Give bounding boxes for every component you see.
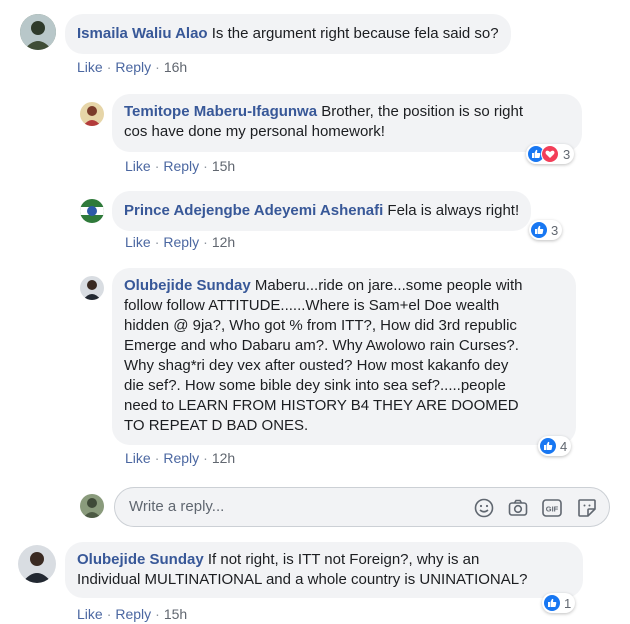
avatar-image xyxy=(80,494,104,518)
reaction-number: 4 xyxy=(560,438,568,454)
avatar-image xyxy=(80,199,104,223)
comment-text-line: die sef?. How some bible dey sink into s… xyxy=(124,377,506,394)
separator-dot: · xyxy=(154,234,160,250)
reaction-count[interactable]: 3 xyxy=(526,144,575,164)
reply-link[interactable]: Reply xyxy=(163,450,199,466)
like-link[interactable]: Like xyxy=(77,59,103,75)
comment-actions: Like · Reply · 12h xyxy=(125,233,235,251)
comment-author[interactable]: Ismaila Waliu Alao xyxy=(77,25,208,42)
like-reaction-icon xyxy=(540,438,556,454)
timestamp[interactable]: 15h xyxy=(212,158,235,174)
comment-text: Is the argument right because fela said … xyxy=(211,25,499,42)
reply-link[interactable]: Reply xyxy=(163,158,199,174)
separator-dot: · xyxy=(154,450,160,466)
timestamp[interactable]: 16h xyxy=(164,59,187,75)
smiley-icon[interactable] xyxy=(473,497,495,519)
avatar-image xyxy=(80,276,104,300)
reply-link[interactable]: Reply xyxy=(163,234,199,250)
reply-link[interactable]: Reply xyxy=(115,606,151,622)
reaction-number: 3 xyxy=(563,146,571,162)
comment-text: Fela is always right! xyxy=(387,202,520,219)
separator-dot: · xyxy=(203,450,208,466)
comment-text-line: Why shag*ri dey vex after ousted? How mo… xyxy=(124,357,509,374)
comment-text-line: need to LEARN FROM HISTORY B4 THEY ARE D… xyxy=(124,397,519,414)
reaction-number: 3 xyxy=(551,222,559,238)
reply-link[interactable]: Reply xyxy=(115,59,151,75)
comment-bubble: Prince Adejengbe Adeyemi Ashenafi Fela i… xyxy=(112,191,532,231)
avatar-image xyxy=(20,14,56,50)
comment-text-line: follow follow ATTITUDE......Where is Sam… xyxy=(124,297,500,314)
avatar[interactable] xyxy=(80,199,104,223)
gif-icon[interactable]: GIF xyxy=(541,497,563,519)
separator-dot: · xyxy=(203,158,208,174)
separator-dot: · xyxy=(155,59,160,75)
separator-dot: · xyxy=(203,234,208,250)
comment-bubble: Ismaila Waliu Alao Is the argument right… xyxy=(65,14,511,54)
comment-author[interactable]: Temitope Maberu-Ifagunwa xyxy=(124,103,317,120)
comment-actions: Like · Reply · 15h xyxy=(77,605,187,623)
like-link[interactable]: Like xyxy=(77,606,103,622)
comment-bubble: Temitope Maberu-Ifagunwa Brother, the po… xyxy=(112,94,582,152)
like-link[interactable]: Like xyxy=(125,158,151,174)
like-reaction-icon xyxy=(531,222,547,238)
comment-text-line: TO REPEAT D BAD ONES. xyxy=(124,417,309,434)
separator-dot: · xyxy=(155,606,160,622)
comment-text: cos have done my personal homework! xyxy=(124,123,385,140)
sticker-icon[interactable] xyxy=(576,497,598,519)
separator-dot: · xyxy=(106,606,112,622)
reaction-count[interactable]: 3 xyxy=(529,220,563,240)
gif-label: GIF xyxy=(546,505,559,514)
comment-bubble: Olubejide Sunday Maberu...ride on jare..… xyxy=(112,268,576,445)
comment-text-line: Emerge and who Dabaru am?. Why Awolowo r… xyxy=(124,337,519,354)
timestamp[interactable]: 12h xyxy=(212,234,235,250)
avatar-image xyxy=(80,102,104,126)
avatar[interactable] xyxy=(20,14,56,50)
comment-author[interactable]: Prince Adejengbe Adeyemi Ashenafi xyxy=(124,202,383,219)
love-reaction-icon xyxy=(541,145,559,163)
like-link[interactable]: Like xyxy=(125,234,151,250)
comment-text: Individual MULTINATIONAL and a whole cou… xyxy=(77,571,528,588)
comment-text: Brother, the position is so right xyxy=(321,103,524,120)
comment-actions: Like · Reply · 12h xyxy=(125,449,235,467)
avatar[interactable] xyxy=(18,545,56,583)
separator-dot: · xyxy=(106,59,112,75)
reaction-count[interactable]: 1 xyxy=(542,593,576,613)
timestamp[interactable]: 12h xyxy=(212,450,235,466)
avatar[interactable] xyxy=(80,102,104,126)
comment-text-line: hidden @ 9ja?, Who got % from ITT?, How … xyxy=(124,317,517,334)
timestamp[interactable]: 15h xyxy=(164,606,187,622)
reaction-number: 1 xyxy=(564,595,572,611)
comment-text-line: Maberu...ride on jare...some people with xyxy=(254,277,523,294)
avatar-image xyxy=(18,545,56,583)
avatar[interactable] xyxy=(80,276,104,300)
comment-text: If not right, is ITT not Foreign?, why i… xyxy=(207,551,480,568)
comment-bubble: Olubejide Sunday If not right, is ITT no… xyxy=(65,542,583,598)
like-link[interactable]: Like xyxy=(125,450,151,466)
comment-author[interactable]: Olubejide Sunday xyxy=(77,551,204,568)
separator-dot: · xyxy=(154,158,160,174)
comment-author[interactable]: Olubejide Sunday xyxy=(124,277,251,294)
reaction-count[interactable]: 4 xyxy=(538,436,572,456)
camera-icon[interactable] xyxy=(507,497,529,519)
reply-box: GIF xyxy=(114,487,610,527)
current-user-avatar xyxy=(80,494,104,518)
comment-actions: Like · Reply · 15h xyxy=(125,157,235,175)
like-reaction-icon xyxy=(544,595,560,611)
comment-actions: Like · Reply · 16h xyxy=(77,58,187,76)
reply-input[interactable] xyxy=(127,497,461,516)
